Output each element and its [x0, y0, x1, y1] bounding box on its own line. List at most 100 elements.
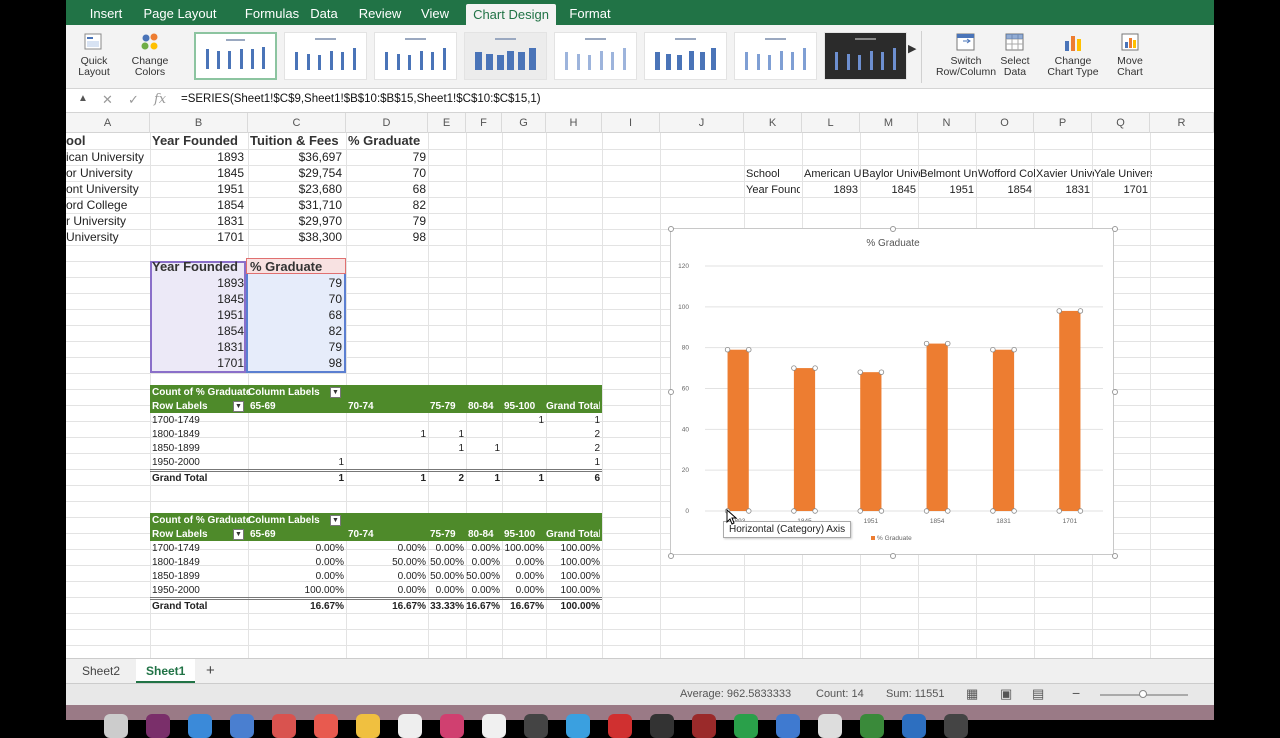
column-header-h[interactable]: H	[546, 113, 602, 133]
column-header-p[interactable]: P	[1034, 113, 1092, 133]
chart-resize-handle[interactable]	[668, 389, 674, 395]
pivot-count-row-filter-icon[interactable]: ▼	[233, 401, 244, 412]
column-header-q[interactable]: Q	[1092, 113, 1150, 133]
sheet-tab-sheet1[interactable]: Sheet1	[136, 659, 196, 683]
column-header-i[interactable]: I	[602, 113, 660, 133]
pct-graduate-cell[interactable]: 82	[346, 197, 426, 213]
column-header-n[interactable]: N	[918, 113, 976, 133]
selected-year-cell[interactable]: 1831	[150, 339, 244, 355]
pivot-count-grand-total-cell[interactable]: 1	[346, 471, 426, 487]
move-chart-button[interactable]: Move Chart	[1112, 31, 1148, 78]
chart-resize-handle[interactable]	[1112, 553, 1118, 559]
pivot-count-grand-total-cell[interactable]: 2	[428, 471, 464, 487]
transposed-year-cell[interactable]: 1845	[862, 182, 916, 198]
quick-layout-button[interactable]: Quick Layout	[76, 31, 112, 78]
chart-style-2[interactable]	[284, 32, 367, 80]
transposed-school-cell[interactable]: Yale University	[1094, 166, 1152, 182]
pivot-percent-grand-total-cell[interactable]: 16.67%	[502, 599, 544, 615]
name-box-stepper-icon[interactable]: ▲	[78, 93, 88, 104]
column-header-c[interactable]: C	[248, 113, 346, 133]
tab-formulas[interactable]: Formulas	[230, 0, 314, 25]
dock-app-icon[interactable]	[314, 714, 338, 738]
page-layout-view-icon[interactable]: ▣	[1000, 686, 1012, 702]
pivot-percent-grand-total-cell[interactable]: 33.33%	[428, 599, 464, 615]
pivot-percent-grand-total-label[interactable]: Grand Total	[152, 599, 242, 615]
pivot-count-grand-total-cell[interactable]: 1	[248, 471, 344, 487]
pct-graduate-cell[interactable]: 68	[346, 181, 426, 197]
selected-header-year[interactable]: Year Founded	[152, 259, 246, 275]
column-header-m[interactable]: M	[860, 113, 918, 133]
select-data-button[interactable]: Select Data	[1000, 31, 1030, 78]
chart-area[interactable]: % Graduate020406080100120189318451951185…	[668, 226, 1118, 559]
change-colors-button[interactable]: Change Colors	[128, 31, 172, 78]
dock-app-icon[interactable]	[482, 714, 506, 738]
add-sheet-button[interactable]: +	[196, 659, 225, 683]
dock-app-icon[interactable]	[944, 714, 968, 738]
pivot-count-column-filter-icon[interactable]: ▼	[330, 387, 341, 398]
chart-style-8[interactable]	[824, 32, 907, 80]
change-chart-type-button[interactable]: Change Chart Type	[1046, 31, 1100, 78]
pivot-percent-grand-total-cell[interactable]: 100.00%	[546, 599, 600, 615]
header-school[interactable]: ool	[66, 133, 150, 149]
school-name-cell[interactable]: ican University	[66, 149, 150, 165]
page-break-view-icon[interactable]: ▤	[1032, 686, 1044, 702]
chart-resize-handle[interactable]	[668, 553, 674, 559]
tuition-cell[interactable]: $23,680	[248, 181, 342, 197]
sheet-tab-sheet2[interactable]: Sheet2	[72, 659, 130, 683]
chart-style-6[interactable]	[644, 32, 727, 80]
year-founded-cell[interactable]: 1845	[150, 165, 244, 181]
transposed-year-cell[interactable]: 1854	[978, 182, 1032, 198]
pivot-percent-column-filter-icon[interactable]: ▼	[330, 515, 341, 526]
selected-year-cell[interactable]: 1951	[150, 307, 244, 323]
dock-app-icon[interactable]	[188, 714, 212, 738]
pivot-percent-row-filter-icon[interactable]: ▼	[233, 529, 244, 540]
gallery-next-arrow-icon[interactable]: ▶	[908, 42, 916, 55]
dock-app-icon[interactable]	[608, 714, 632, 738]
dock-app-icon[interactable]	[776, 714, 800, 738]
school-name-cell[interactable]: r University	[66, 213, 150, 229]
dock-app-icon[interactable]	[272, 714, 296, 738]
chart-resize-handle[interactable]	[1112, 226, 1118, 232]
transposed-year-cell[interactable]: 1701	[1094, 182, 1148, 198]
tab-view[interactable]: View	[416, 0, 454, 25]
zoom-out-icon[interactable]: −	[1072, 685, 1080, 701]
tab-insert[interactable]: Insert	[80, 0, 132, 25]
dock-app-icon[interactable]	[398, 714, 422, 738]
dock-app-icon[interactable]	[734, 714, 758, 738]
normal-view-icon[interactable]: ▦	[966, 686, 978, 702]
dock-app-icon[interactable]	[104, 714, 128, 738]
worksheet-grid[interactable]: ABCDEFGHIJKLMNOPQR ool Year Founded Tuitio…	[66, 113, 1214, 658]
pivot-percent-grand-total-cell[interactable]: 16.67%	[248, 599, 344, 615]
transposed-year-cell[interactable]: Year Founde	[746, 182, 800, 198]
transposed-school-cell[interactable]: Belmont Uni	[920, 166, 978, 182]
dock-app-icon[interactable]	[650, 714, 674, 738]
year-founded-cell[interactable]: 1701	[150, 229, 244, 245]
tab-data[interactable]: Data	[304, 0, 344, 25]
tuition-cell[interactable]: $38,300	[248, 229, 342, 245]
dock-app-icon[interactable]	[818, 714, 842, 738]
dock-app-icon[interactable]	[524, 714, 548, 738]
dock-app-icon[interactable]	[356, 714, 380, 738]
pivot-count-grand-total-cell[interactable]: 1	[466, 471, 500, 487]
selected-year-cell[interactable]: 1893	[150, 275, 244, 291]
dock-app-icon[interactable]	[230, 714, 254, 738]
tab-chart-design[interactable]: Chart Design	[466, 4, 556, 25]
school-name-cell[interactable]: ord College	[66, 197, 150, 213]
column-header-r[interactable]: R	[1150, 113, 1214, 133]
chart-style-7[interactable]	[734, 32, 817, 80]
transposed-school-cell[interactable]: Baylor Unive	[862, 166, 920, 182]
transposed-school-cell[interactable]: American Un	[804, 166, 862, 182]
year-founded-cell[interactable]: 1893	[150, 149, 244, 165]
year-founded-cell[interactable]: 1854	[150, 197, 244, 213]
function-icon[interactable]: fx	[154, 92, 166, 107]
pct-graduate-cell[interactable]: 70	[346, 165, 426, 181]
dock-app-icon[interactable]	[566, 714, 590, 738]
header-tuition[interactable]: Tuition & Fees	[250, 133, 346, 149]
school-name-cell[interactable]: ont University	[66, 181, 150, 197]
pct-graduate-cell[interactable]: 79	[346, 149, 426, 165]
column-header-j[interactable]: J	[660, 113, 744, 133]
chart-resize-handle[interactable]	[1112, 389, 1118, 395]
pivot-count-grand-total-cell[interactable]: 1	[502, 471, 544, 487]
selected-graduate-cell[interactable]: 68	[246, 307, 342, 323]
transposed-year-cell[interactable]: 1831	[1036, 182, 1090, 198]
